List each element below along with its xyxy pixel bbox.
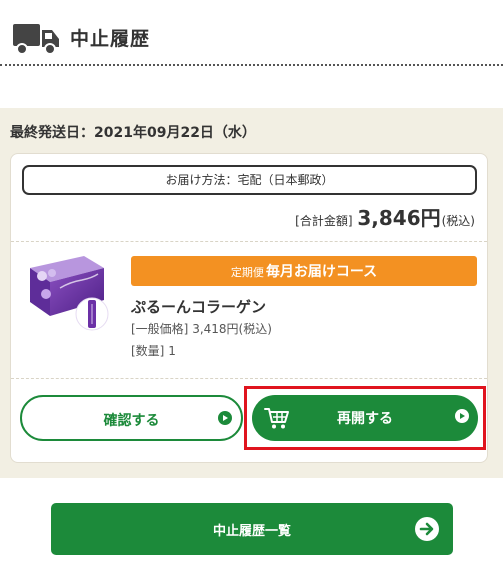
history-list-button[interactable]: 中止履歴一覧 <box>51 503 453 555</box>
quantity-value: 1 <box>168 344 176 358</box>
order-section: 最終発送日：2021年09月22日（水） お届け方法：宅配（日本郵政） [合計金… <box>0 108 503 478</box>
history-list-label: 中止履歴一覧 <box>212 524 291 539</box>
product-image <box>30 256 109 331</box>
total-label: [合計金額] <box>295 214 353 228</box>
last-ship-date: 最終発送日：2021年09月22日（水） <box>10 125 256 141</box>
quantity-label: [数量] <box>131 344 165 358</box>
course-name: 毎月お届けコース <box>265 264 378 280</box>
chevron-right-icon <box>455 409 469 423</box>
resume-button[interactable]: 再開する <box>252 395 478 441</box>
order-card: お届け方法：宅配（日本郵政） [合計金額] 3,846円(税込) 定期便 毎月お… <box>10 153 488 463</box>
course-prefix: 定期便 <box>230 266 264 279</box>
confirm-button-label: 確認する <box>103 413 160 429</box>
total-amount: 3,846円 <box>357 206 441 230</box>
truck-icon <box>13 24 59 55</box>
card-divider <box>11 378 487 379</box>
arrow-right-icon <box>415 517 439 541</box>
total-tax: (税込) <box>441 214 475 228</box>
confirm-button[interactable]: 確認する <box>20 395 243 441</box>
delivery-method: お届け方法：宅配（日本郵政） <box>22 165 477 195</box>
resume-button-label: 再開する <box>337 411 393 427</box>
order-total: [合計金額] 3,846円(税込) <box>295 202 475 231</box>
header-divider <box>0 64 503 66</box>
price-value: 3,418円(税込) <box>192 322 272 336</box>
product-quantity: [数量] 1 <box>131 342 176 359</box>
price-label: [一般価格] <box>131 322 189 336</box>
chevron-right-icon <box>218 411 232 425</box>
product-name: ぷるーんコラーゲン <box>131 298 267 316</box>
course-banner: 定期便 毎月お届けコース <box>131 256 477 286</box>
product-price: [一般価格] 3,418円(税込) <box>131 320 272 337</box>
card-divider <box>11 241 487 242</box>
page-title: 中止履歴 <box>70 28 151 50</box>
page-header: 中止履歴 <box>0 0 503 66</box>
